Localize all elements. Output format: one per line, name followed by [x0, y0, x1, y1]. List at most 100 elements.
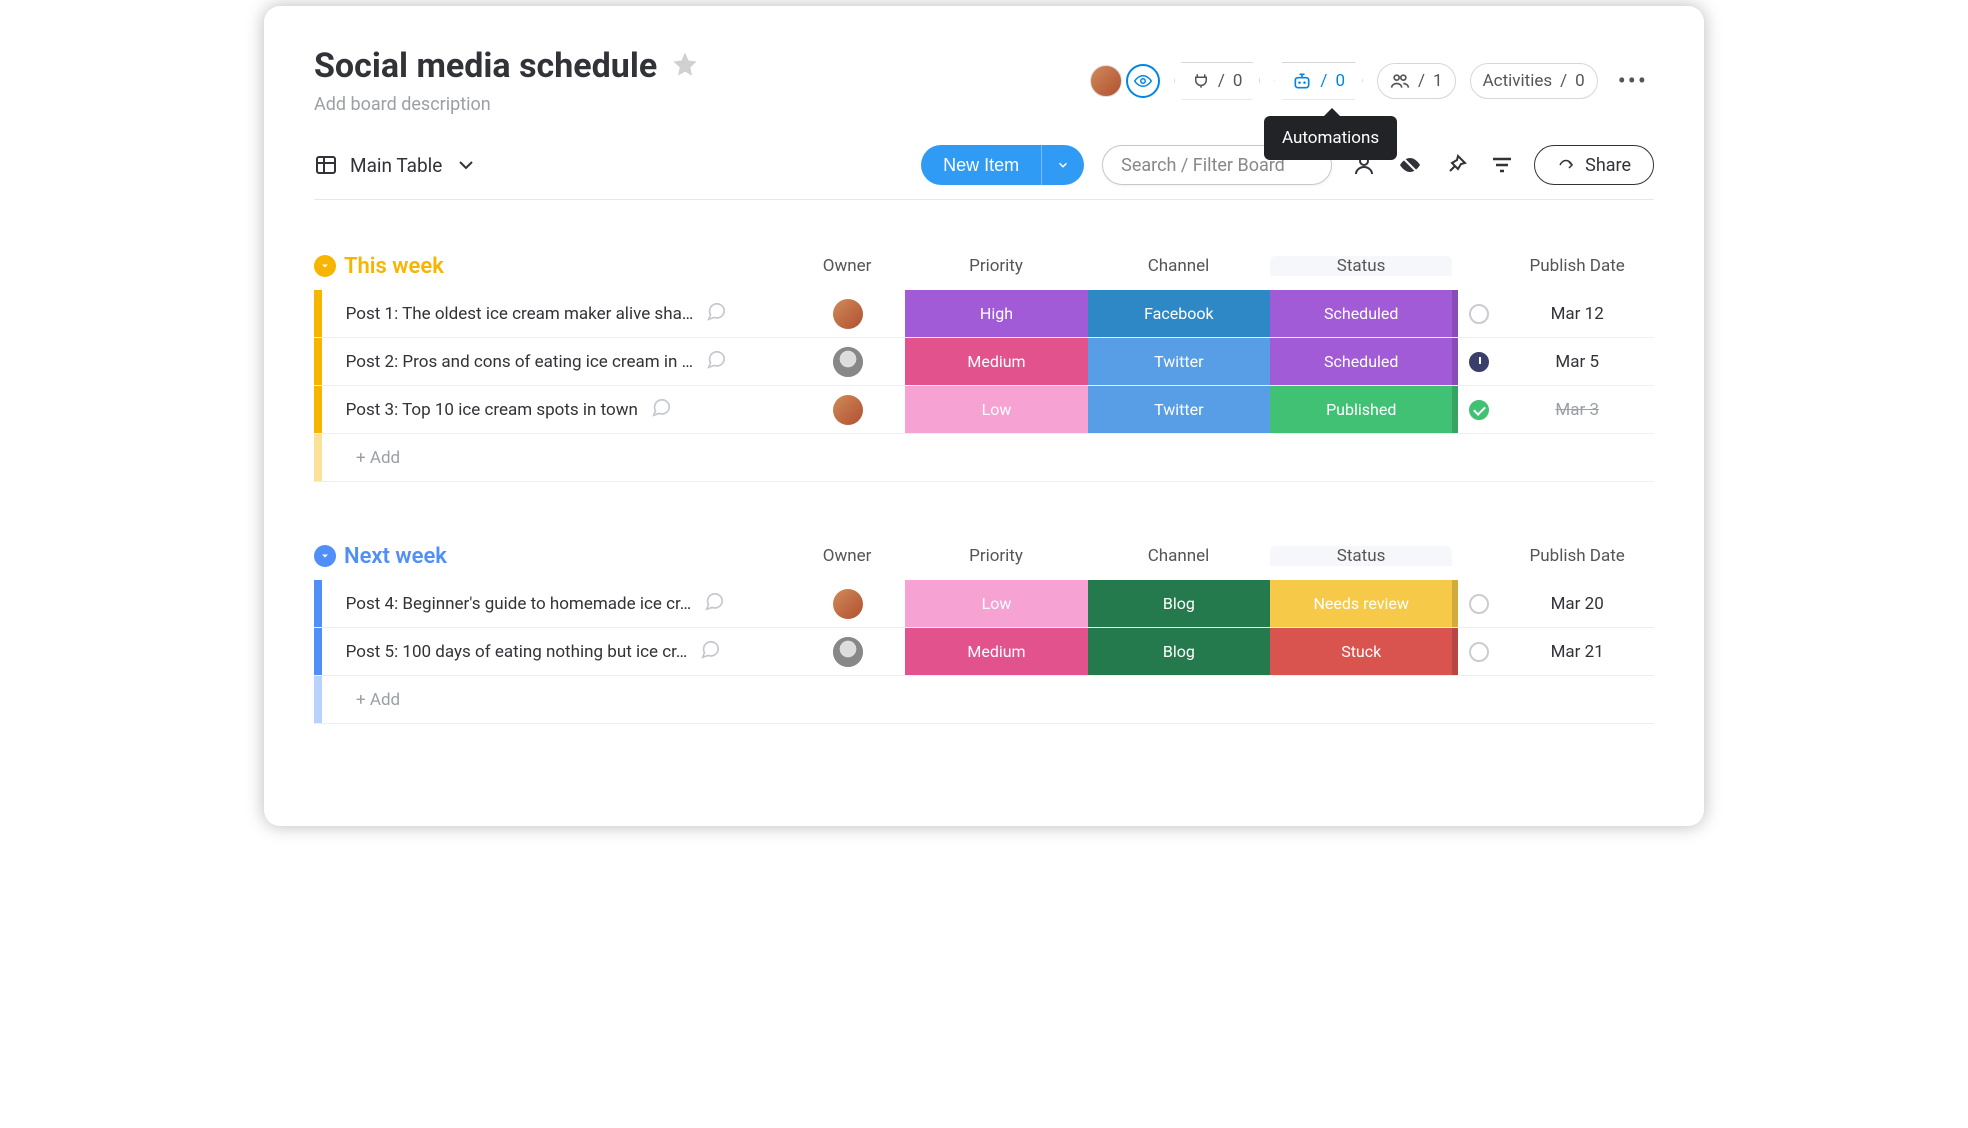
board-app: Social media schedule Add board descript…	[264, 6, 1704, 826]
col-status[interactable]: Status	[1270, 546, 1453, 566]
group-title[interactable]: Next week	[344, 544, 447, 569]
date-cell[interactable]: Mar 5	[1500, 352, 1654, 372]
board-subscribers[interactable]	[1090, 64, 1160, 98]
activities-button[interactable]: Activities / 0	[1470, 63, 1598, 99]
chat-icon[interactable]	[705, 300, 727, 327]
integrations-button[interactable]: / 0	[1174, 62, 1261, 100]
channel-cell[interactable]: Twitter	[1088, 338, 1270, 385]
add-item-row[interactable]: + Add	[314, 434, 1654, 482]
filter-icon[interactable]	[1488, 151, 1516, 179]
priority-cell[interactable]: High	[905, 290, 1087, 337]
channel-cell[interactable]: Facebook	[1088, 290, 1270, 337]
col-date[interactable]: Publish Date	[1500, 546, 1654, 566]
owner-cell[interactable]	[790, 299, 905, 329]
channel-cell[interactable]: Blog	[1088, 580, 1270, 627]
priority-cell[interactable]: Medium	[905, 338, 1087, 385]
priority-cell[interactable]: Low	[905, 580, 1087, 627]
chat-icon[interactable]	[650, 396, 672, 423]
avatar	[833, 637, 863, 667]
col-date[interactable]: Publish Date	[1500, 256, 1654, 276]
table-row[interactable]: Post 4: Beginner's guide to homemade ice…	[314, 580, 1654, 628]
item-name-cell[interactable]: Post 3: Top 10 ice cream spots in town	[322, 396, 790, 423]
chevron-down-icon[interactable]	[1041, 145, 1084, 185]
row-color-bar	[314, 338, 322, 385]
status-cell[interactable]: Stuck	[1270, 628, 1452, 675]
collapse-icon[interactable]	[314, 545, 336, 567]
watch-icon	[1126, 64, 1160, 98]
new-item-button[interactable]: New Item	[921, 145, 1084, 185]
done-check[interactable]	[1458, 304, 1500, 324]
star-icon[interactable]	[671, 50, 699, 82]
col-priority[interactable]: Priority	[905, 256, 1088, 276]
more-menu-icon[interactable]: •••	[1612, 67, 1654, 95]
pin-icon[interactable]	[1442, 151, 1470, 179]
done-check[interactable]	[1458, 642, 1500, 662]
done-check[interactable]	[1458, 352, 1500, 372]
col-channel[interactable]: Channel	[1087, 256, 1270, 276]
board-title[interactable]: Social media schedule	[314, 46, 657, 86]
table-row[interactable]: Post 5: 100 days of eating nothing but i…	[314, 628, 1654, 676]
plug-icon	[1192, 72, 1210, 90]
status-cell[interactable]: Scheduled	[1270, 290, 1452, 337]
chat-icon[interactable]	[705, 348, 727, 375]
header: Social media schedule Add board descript…	[314, 46, 1654, 115]
col-status[interactable]: Status	[1270, 256, 1453, 276]
chat-icon[interactable]	[703, 590, 725, 617]
chevron-down-icon	[454, 153, 478, 177]
table-row[interactable]: Post 1: The oldest ice cream maker alive…	[314, 290, 1654, 338]
share-button[interactable]: Share	[1534, 145, 1654, 185]
item-name-cell[interactable]: Post 5: 100 days of eating nothing but i…	[322, 638, 790, 665]
owner-cell[interactable]	[790, 395, 905, 425]
col-channel[interactable]: Channel	[1087, 546, 1270, 566]
status-cell[interactable]: Scheduled	[1270, 338, 1452, 385]
item-name-cell[interactable]: Post 2: Pros and cons of eating ice crea…	[322, 348, 790, 375]
view-switcher[interactable]: Main Table	[314, 153, 478, 177]
automations-button[interactable]: / 0	[1274, 62, 1363, 100]
table-icon	[314, 153, 338, 177]
owner-cell[interactable]	[790, 347, 905, 377]
row-color-bar	[314, 386, 322, 433]
status-cell[interactable]: Published	[1270, 386, 1452, 433]
group-header: This week OwnerPriorityChannelStatus Publi…	[314, 248, 1654, 284]
item-name-cell[interactable]: Post 1: The oldest ice cream maker alive…	[322, 300, 790, 327]
toolbar: Main Table New Item Search / Filter Boar…	[314, 145, 1654, 200]
add-item-row[interactable]: + Add	[314, 676, 1654, 724]
groups-container: This weekOwnerPriorityChannelStatusPubli…	[314, 248, 1654, 724]
date-cell[interactable]: Mar 3	[1500, 400, 1654, 420]
board-description[interactable]: Add board description	[314, 94, 699, 115]
row-color-bar	[314, 628, 322, 675]
col-owner[interactable]: Owner	[789, 546, 904, 566]
hide-icon[interactable]	[1396, 151, 1424, 179]
avatar	[833, 589, 863, 619]
item-name-cell[interactable]: Post 4: Beginner's guide to homemade ice…	[322, 590, 790, 617]
done-check[interactable]	[1458, 594, 1500, 614]
row-color-bar	[314, 290, 322, 337]
col-owner[interactable]: Owner	[789, 256, 904, 276]
avatar	[833, 395, 863, 425]
avatar	[1090, 65, 1122, 97]
avatar	[833, 299, 863, 329]
date-cell[interactable]: Mar 12	[1500, 304, 1654, 324]
members-button[interactable]: / 1	[1377, 63, 1456, 99]
avatar	[833, 347, 863, 377]
channel-cell[interactable]: Twitter	[1088, 386, 1270, 433]
date-cell[interactable]: Mar 20	[1500, 594, 1654, 614]
priority-cell[interactable]: Medium	[905, 628, 1087, 675]
col-priority[interactable]: Priority	[905, 546, 1088, 566]
group-header: Next week OwnerPriorityChannelStatus Publi…	[314, 538, 1654, 574]
table-row[interactable]: Post 2: Pros and cons of eating ice crea…	[314, 338, 1654, 386]
share-icon	[1557, 156, 1575, 174]
priority-cell[interactable]: Low	[905, 386, 1087, 433]
channel-cell[interactable]: Blog	[1088, 628, 1270, 675]
done-check[interactable]	[1458, 400, 1500, 420]
chat-icon[interactable]	[699, 638, 721, 665]
status-cell[interactable]: Needs review	[1270, 580, 1452, 627]
owner-cell[interactable]	[790, 637, 905, 667]
table-row[interactable]: Post 3: Top 10 ice cream spots in town Lo…	[314, 386, 1654, 434]
group-title[interactable]: This week	[344, 254, 444, 279]
date-cell[interactable]: Mar 21	[1500, 642, 1654, 662]
group-this_week: This week OwnerPriorityChannelStatus Publi…	[314, 248, 1654, 482]
owner-cell[interactable]	[790, 589, 905, 619]
automations-tooltip: Automations	[1264, 116, 1397, 160]
collapse-icon[interactable]	[314, 255, 336, 277]
